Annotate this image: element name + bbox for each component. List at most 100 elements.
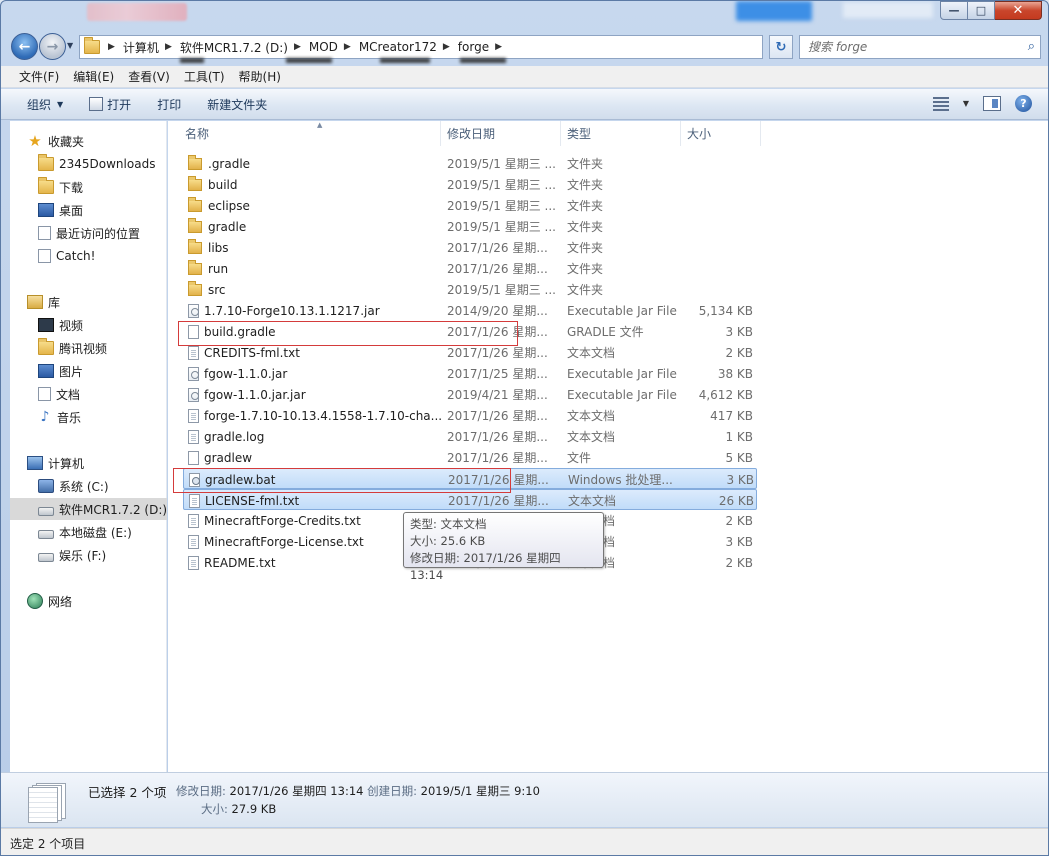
- nav-item-drive-e[interactable]: 本地磁盘 (E:): [10, 521, 167, 543]
- nav-item-drive-f[interactable]: 娱乐 (F:): [10, 544, 167, 566]
- file-row[interactable]: libs 2017/1/26 星期... 文件夹: [183, 237, 757, 258]
- file-row[interactable]: run 2017/1/26 星期... 文件夹: [183, 258, 757, 279]
- chevron-right-icon[interactable]: ▶: [291, 42, 306, 52]
- file-row[interactable]: .gradle 2019/5/1 星期三 ... 文件夹: [183, 153, 757, 174]
- file-name-cell: fgow-1.1.0.jar.jar: [188, 384, 443, 405]
- search-input[interactable]: [800, 36, 1010, 58]
- nav-item-tencent-video[interactable]: 腾讯视频: [10, 337, 167, 359]
- file-date: 2017/1/26 星期...: [447, 262, 548, 276]
- blurred-title-area-2: [843, 2, 933, 18]
- file-size: 2 KB: [725, 555, 753, 570]
- column-header-type[interactable]: 类型: [561, 121, 681, 146]
- menu-help[interactable]: 帮助(H): [232, 68, 288, 85]
- preview-pane-icon[interactable]: [983, 96, 1001, 111]
- breadcrumb-forge[interactable]: forge: [455, 36, 492, 58]
- chevron-down-icon[interactable]: ▼: [963, 99, 969, 108]
- nav-item-videos[interactable]: 视频: [10, 314, 167, 336]
- view-options-icon[interactable]: [932, 96, 949, 111]
- forward-arrow-icon: →: [46, 38, 59, 55]
- chevron-right-icon[interactable]: ▶: [105, 42, 120, 52]
- breadcrumb-mod[interactable]: MOD: [306, 36, 341, 58]
- close-button[interactable]: ✕: [995, 1, 1042, 20]
- chevron-right-icon[interactable]: ▶: [341, 42, 356, 52]
- file-size: [683, 279, 753, 300]
- file-row[interactable]: gradle.log 2017/1/26 星期... 文本文档 1 KB: [183, 426, 757, 447]
- file-row[interactable]: build 2019/5/1 星期三 ... 文件夹: [183, 174, 757, 195]
- recent-pages-dropdown-icon[interactable]: ▼: [67, 41, 73, 50]
- new-folder-button[interactable]: 新建文件夹: [194, 89, 280, 119]
- file-row[interactable]: fgow-1.1.0.jar.jar 2019/4/21 星期... Executa…: [183, 384, 757, 405]
- nav-favorites[interactable]: ★ 收藏夹: [10, 130, 167, 152]
- breadcrumb-mcreator172[interactable]: MCreator172: [356, 36, 440, 58]
- file-size: [683, 237, 753, 258]
- file-row[interactable]: 1.7.10-Forge10.13.1.1217.jar 2014/9/20 星期…: [183, 300, 757, 321]
- menu-view[interactable]: 查看(V): [121, 68, 177, 85]
- column-header-date[interactable]: 修改日期: [441, 121, 561, 146]
- nav-item-2345downloads[interactable]: 2345Downloads: [10, 153, 167, 175]
- file-size: 4,612 KB: [698, 387, 753, 402]
- file-type: 文本文档: [567, 346, 616, 360]
- explorer-window: — □ ✕ ← → ▼ ▶ 计算机 ▶ 软件MCR1.7.2 (D:) ▶ MO…: [0, 0, 1049, 856]
- nav-item-music[interactable]: ♪ 音乐: [10, 406, 167, 428]
- nav-favorites-label: 收藏夹: [48, 134, 85, 149]
- music-icon: ♪: [40, 409, 50, 425]
- nav-item-drive-c[interactable]: 系统 (C:): [10, 475, 167, 497]
- nav-item-documents[interactable]: 文档: [10, 383, 167, 405]
- file-date: 2019/5/1 星期三 ...: [447, 283, 556, 297]
- chevron-right-icon[interactable]: ▶: [440, 42, 455, 52]
- file-type: 文件夹: [567, 199, 604, 213]
- file-row[interactable]: eclipse 2019/5/1 星期三 ... 文件夹: [183, 195, 757, 216]
- refresh-button[interactable]: ↻: [769, 35, 793, 59]
- help-icon[interactable]: ?: [1015, 95, 1032, 112]
- search-box[interactable]: ⌕: [799, 35, 1041, 59]
- nav-item-recent-places[interactable]: 最近访问的位置: [10, 222, 167, 244]
- file-row[interactable]: src 2019/5/1 星期三 ... 文件夹: [183, 279, 757, 300]
- maximize-button[interactable]: □: [968, 1, 995, 20]
- file-row[interactable]: gradlew 2017/1/26 星期... 文件 5 KB: [183, 447, 757, 468]
- chevron-right-icon[interactable]: ▶: [492, 42, 507, 52]
- open-label: 打开: [107, 97, 132, 112]
- details-dates: 修改日期: 2017/1/26 星期四 13:14 创建日期: 2019/5/1…: [176, 783, 540, 799]
- menu-tools[interactable]: 工具(T): [177, 68, 232, 85]
- back-button[interactable]: ←: [11, 33, 38, 60]
- nav-libraries[interactable]: 库: [10, 291, 167, 313]
- nav-item-desktop[interactable]: 桌面: [10, 199, 167, 221]
- open-icon: [89, 97, 104, 111]
- nav-item-downloads[interactable]: 下载: [10, 176, 167, 198]
- folder-icon: [188, 154, 202, 170]
- address-bar[interactable]: ▶ 计算机 ▶ 软件MCR1.7.2 (D:) ▶ MOD ▶ MCreator…: [79, 35, 763, 63]
- file-row[interactable]: forge-1.7.10-10.13.4.1558-1.7.10-cha... 2…: [183, 405, 757, 426]
- file-size: 417 KB: [710, 408, 753, 423]
- chevron-right-icon[interactable]: ▶: [162, 42, 177, 52]
- nav-item-pictures[interactable]: 图片: [10, 360, 167, 382]
- print-button[interactable]: 打印: [144, 89, 194, 119]
- breadcrumb-drive-d[interactable]: 软件MCR1.7.2 (D:): [177, 36, 291, 58]
- file-name-cell: LICENSE-fml.txt: [189, 490, 444, 511]
- open-button[interactable]: 打开: [76, 89, 144, 119]
- file-row[interactable]: gradle 2019/5/1 星期三 ... 文件夹: [183, 216, 757, 237]
- redaction-mark: [180, 58, 204, 63]
- column-header-name[interactable]: 名称 ▲: [179, 121, 441, 146]
- menu-edit[interactable]: 编辑(E): [66, 68, 121, 85]
- menu-file[interactable]: 文件(F): [12, 68, 66, 85]
- forward-button[interactable]: →: [39, 33, 66, 60]
- nav-computer[interactable]: 计算机: [10, 452, 167, 474]
- file-date: 2017/1/26 星期...: [448, 494, 549, 508]
- jar-file-icon: [188, 366, 199, 381]
- star-icon: ★: [28, 132, 42, 150]
- title-bar: — □ ✕: [1, 1, 1048, 27]
- modified-value: 2017/1/26 星期四 13:14: [229, 784, 364, 798]
- search-icon[interactable]: ⌕: [1028, 39, 1035, 54]
- file-date: 2019/5/1 星期三 ...: [447, 220, 556, 234]
- file-name: libs: [208, 240, 229, 255]
- nav-item-drive-d[interactable]: 软件MCR1.7.2 (D:): [10, 498, 167, 520]
- minimize-button[interactable]: —: [940, 1, 968, 20]
- breadcrumb-computer[interactable]: 计算机: [120, 36, 162, 58]
- column-header-size[interactable]: 大小: [681, 121, 761, 146]
- file-row[interactable]: fgow-1.1.0.jar 2017/1/25 星期... Executable …: [183, 363, 757, 384]
- nav-item-catch[interactable]: Catch!: [10, 245, 167, 267]
- nav-network[interactable]: 网络: [10, 590, 167, 612]
- drive-icon: [38, 506, 54, 516]
- organize-button[interactable]: 组织 ▼: [1, 89, 76, 119]
- file-name: forge-1.7.10-10.13.4.1558-1.7.10-cha...: [204, 408, 443, 423]
